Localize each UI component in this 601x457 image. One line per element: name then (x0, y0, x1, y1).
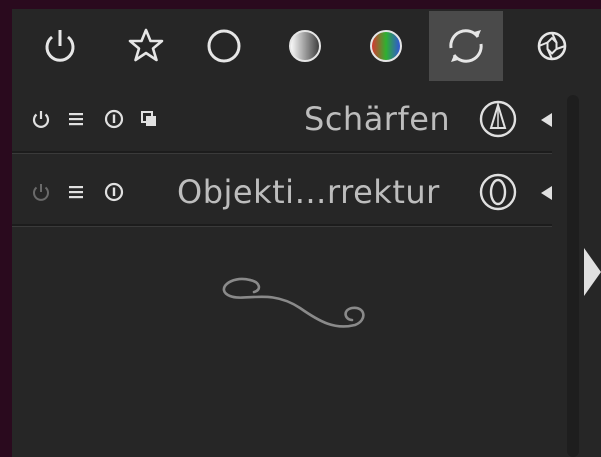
module-group-tabs (12, 9, 601, 81)
squiggle-ornament-icon (222, 277, 365, 328)
collapse-right-panel-arrow[interactable] (584, 248, 601, 296)
power-icon (33, 184, 49, 201)
gradient-sphere-icon (289, 30, 321, 62)
menu-icon (69, 186, 83, 199)
lens-module-icon (478, 172, 518, 216)
power-icon (45, 30, 75, 62)
tab-correct[interactable] (429, 11, 503, 81)
module-reset-button[interactable] (104, 84, 124, 154)
tab-effects[interactable] (517, 11, 587, 81)
module-panel (12, 9, 601, 457)
triangle-left-icon (541, 186, 552, 200)
module-title: Objekti…rrektur (177, 173, 440, 211)
module-presets-button[interactable] (68, 157, 84, 227)
module-presets-button[interactable] (68, 84, 84, 154)
star-icon (128, 28, 164, 62)
module-lens-correction[interactable]: Objekti…rrektur (12, 157, 552, 227)
module-expand-arrow[interactable] (540, 185, 552, 204)
module-power-button[interactable] (30, 157, 52, 227)
module-separator (12, 151, 552, 154)
module-power-button[interactable] (30, 84, 52, 154)
aperture-icon (537, 31, 567, 61)
color-sphere-icon (370, 30, 402, 62)
module-reset-button[interactable] (104, 157, 124, 227)
refresh-icon (449, 29, 483, 63)
module-expand-arrow[interactable] (540, 112, 552, 131)
power-icon (32, 111, 50, 128)
tab-favorites[interactable] (109, 11, 183, 81)
tab-color[interactable] (349, 11, 423, 81)
copy-icon (141, 111, 156, 126)
menu-icon (69, 113, 83, 126)
triangle-left-icon (541, 113, 552, 127)
tab-base[interactable] (187, 11, 261, 81)
tab-active-modules[interactable] (23, 11, 97, 81)
tab-tone[interactable] (268, 11, 342, 81)
module-title: Schärfen (304, 100, 451, 138)
module-separator (12, 224, 552, 227)
module-sharpen[interactable]: Schärfen (12, 84, 552, 154)
circle-icon (207, 29, 241, 63)
sharpen-module-icon (478, 99, 518, 143)
info-icon (104, 109, 124, 129)
scrollbar[interactable] (567, 95, 579, 457)
info-icon (104, 182, 124, 202)
module-duplicate-button[interactable] (140, 84, 158, 154)
